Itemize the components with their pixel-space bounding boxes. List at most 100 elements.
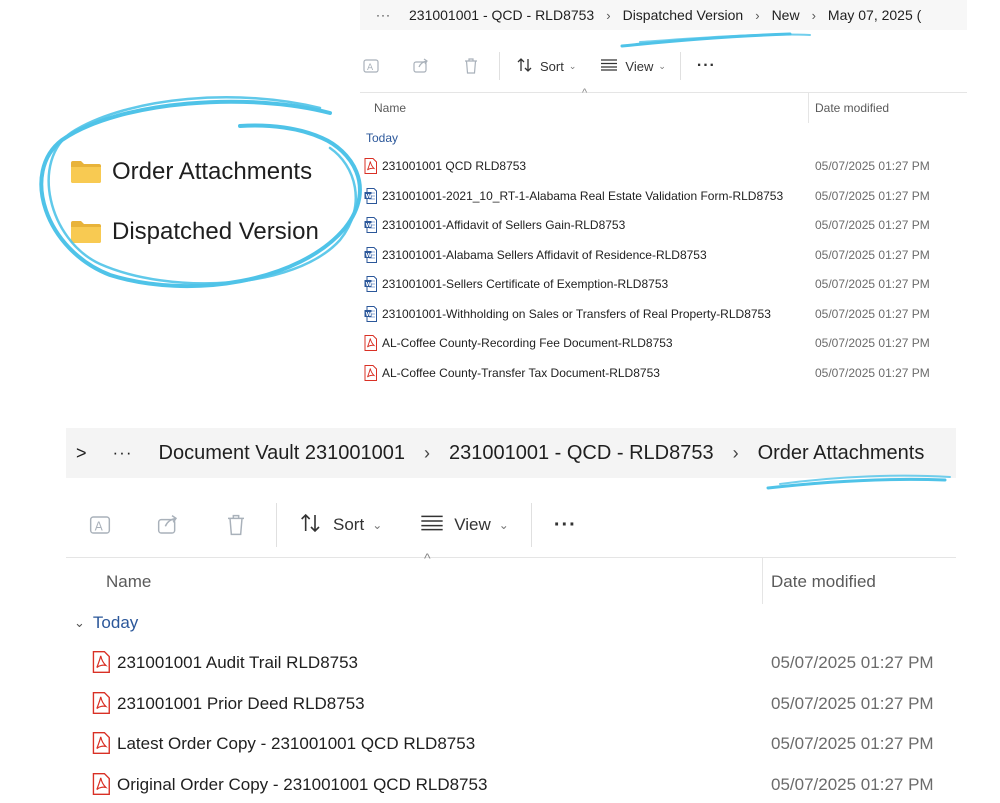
toolbar-divider [530, 503, 532, 547]
file-row[interactable]: AL-Coffee County-Transfer Tax Document-R… [360, 362, 967, 386]
file-row[interactable]: 231001001 QCD RLD8753 05/07/2025 01:27 PM [360, 155, 967, 179]
file-date-modified: 05/07/2025 01:27 PM [815, 247, 930, 262]
more-options-button[interactable]: ··· [554, 514, 577, 537]
bottom-breadcrumb: > ··· Document Vault 231001001 › 2310010… [66, 428, 956, 478]
word-file-icon: W [364, 276, 377, 292]
toolbar-divider [679, 52, 681, 80]
breadcrumb-item-dispatched[interactable]: Dispatched Version [614, 7, 753, 23]
breadcrumb-item-new[interactable]: New [763, 7, 809, 23]
sort-icon [299, 512, 323, 539]
folder-dispatched-version[interactable]: Dispatched Version [70, 214, 319, 250]
group-header-today[interactable]: Today [366, 131, 398, 145]
sort-caret-icon: ^ [424, 550, 431, 566]
chevron-down-icon: ⌄ [658, 60, 666, 71]
delete-icon[interactable] [462, 57, 482, 75]
chevron-right-icon: › [811, 7, 816, 23]
sort-button[interactable]: Sort ⌄ [516, 57, 576, 76]
column-date-header[interactable]: Date modified [771, 572, 876, 592]
folder-label: Dispatched Version [112, 218, 319, 245]
column-name-header[interactable]: Name [374, 101, 406, 115]
pdf-file-icon [364, 158, 377, 174]
rename-icon[interactable]: A [362, 57, 382, 75]
file-row[interactable]: Original Order Copy - 231001001 QCD RLD8… [66, 767, 956, 803]
file-name: 231001001-2021_10_RT-1-Alabama Real Esta… [382, 188, 784, 203]
file-date-modified: 05/07/2025 01:27 PM [771, 734, 934, 753]
breadcrumb-item-date[interactable]: May 07, 2025 ( [819, 7, 930, 23]
rename-icon[interactable]: A [88, 513, 114, 537]
svg-text:W: W [366, 311, 372, 317]
view-label: View [625, 58, 654, 74]
chevron-right-icon[interactable]: > [66, 443, 100, 464]
file-row[interactable]: W 231001001-Withholding on Sales or Trans… [360, 303, 967, 327]
file-date-modified: 05/07/2025 01:27 PM [815, 306, 930, 321]
breadcrumb-item-vault[interactable]: Document Vault 231001001 [146, 442, 418, 465]
top-breadcrumb: ··· 231001001 - QCD - RLD8753 › Dispatch… [360, 0, 967, 30]
share-icon[interactable] [156, 513, 182, 537]
folder-label: Order Attachments [112, 158, 313, 185]
file-row[interactable]: W 231001001-Sellers Certificate of Exempt… [360, 273, 967, 297]
folder-order-attachments[interactable]: Order Attachments [70, 154, 312, 190]
file-name: 231001001-Sellers Certificate of Exempti… [382, 277, 669, 291]
file-row[interactable]: Latest Order Copy - 231001001 QCD RLD875… [66, 726, 956, 762]
svg-text:W: W [366, 282, 372, 288]
toolbar-divider [499, 52, 500, 80]
column-divider[interactable] [808, 93, 809, 123]
pdf-file-icon [92, 732, 110, 754]
file-row[interactable]: 231001001 Prior Deed RLD8753 05/07/2025 0… [66, 686, 956, 722]
chevron-right-icon: › [755, 7, 760, 23]
file-name: 231001001 Prior Deed RLD8753 [117, 693, 365, 713]
share-icon[interactable] [412, 57, 432, 75]
chevron-right-icon: › [606, 7, 611, 23]
file-row[interactable]: W 231001001-2021_10_RT-1-Alabama Real Est… [360, 185, 967, 209]
chevron-down-icon: ⌄ [74, 615, 85, 630]
word-file-icon: W [364, 217, 377, 233]
file-name: AL-Coffee County-Recording Fee Document-… [382, 336, 673, 350]
view-button[interactable]: View ⌄ [420, 515, 509, 536]
file-date-modified: 05/07/2025 01:27 PM [771, 653, 934, 672]
file-row[interactable]: W 231001001-Affidavit of Sellers Gain-RLD… [360, 214, 967, 238]
file-name: 231001001 Audit Trail RLD8753 [117, 653, 359, 672]
file-name: AL-Coffee County-Transfer Tax Document-R… [382, 365, 660, 380]
column-name-header[interactable]: Name [106, 572, 151, 592]
sort-label: Sort [333, 515, 365, 534]
column-date-header[interactable]: Date modified [815, 101, 889, 115]
group-label: Today [92, 613, 139, 632]
breadcrumb-more-button[interactable]: ··· [100, 443, 146, 463]
file-name: 231001001-Withholding on Sales or Transf… [382, 306, 771, 321]
pdf-file-icon [92, 772, 110, 795]
view-icon [600, 58, 618, 74]
file-date-modified: 05/07/2025 01:27 PM [771, 693, 934, 713]
pdf-file-icon [92, 651, 110, 673]
sort-button[interactable]: Sort ⌄ [299, 512, 382, 539]
breadcrumb-item-qcd[interactable]: 231001001 - QCD - RLD8753 [436, 442, 727, 465]
file-name: 231001001-Alabama Sellers Affidavit of R… [382, 247, 707, 262]
chevron-right-icon: › [423, 442, 430, 463]
group-header-today[interactable]: ⌄ Today [74, 613, 138, 633]
word-file-icon: W [364, 187, 377, 204]
view-label: View [454, 515, 491, 534]
sort-caret-icon: ^ [582, 87, 588, 99]
word-file-icon: W [364, 305, 377, 322]
svg-text:A: A [367, 63, 374, 73]
file-date-modified: 05/07/2025 01:27 PM [815, 277, 930, 291]
pdf-file-icon [364, 335, 377, 351]
svg-text:W: W [366, 223, 372, 229]
view-icon [420, 515, 444, 536]
file-row[interactable]: 231001001 Audit Trail RLD8753 05/07/2025 … [66, 645, 956, 681]
file-name: Original Order Copy - 231001001 QCD RLD8… [117, 774, 488, 794]
more-options-button[interactable]: ··· [697, 57, 716, 75]
file-row[interactable]: AL-Coffee County-Recording Fee Document-… [360, 332, 967, 356]
delete-icon[interactable] [224, 513, 250, 537]
breadcrumb-more-button[interactable]: ··· [360, 8, 400, 22]
bottom-column-header: Name ^ Date modified [66, 550, 956, 604]
breadcrumb-item-order-attachments[interactable]: Order Attachments [745, 442, 938, 465]
view-button[interactable]: View ⌄ [600, 59, 666, 74]
file-row[interactable]: W 231001001-Alabama Sellers Affidavit of … [360, 244, 967, 268]
pdf-file-icon [364, 364, 377, 381]
breadcrumb-item-qcd[interactable]: 231001001 - QCD - RLD8753 [400, 7, 603, 23]
sort-label: Sort [540, 58, 564, 74]
chevron-down-icon: ⌄ [372, 518, 383, 532]
file-date-modified: 05/07/2025 01:27 PM [815, 188, 930, 203]
column-divider[interactable] [762, 558, 763, 604]
chevron-down-icon: ⌄ [568, 60, 577, 71]
